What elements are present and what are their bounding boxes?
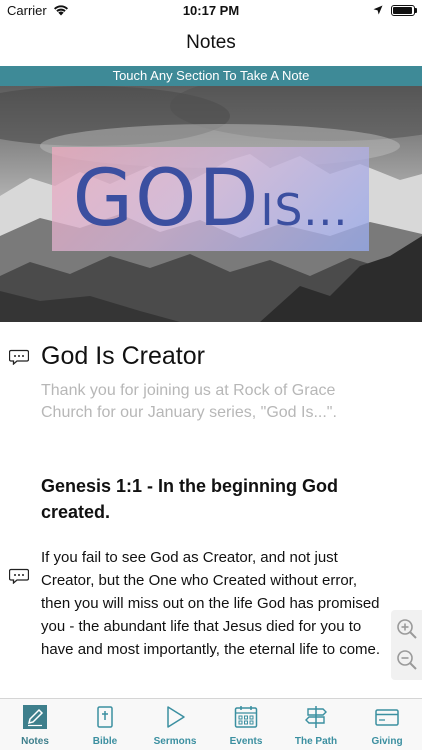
series-intro[interactable]: Thank you for joining us at Rock of Grac… <box>41 380 386 424</box>
status-time: 10:17 PM <box>182 3 240 18</box>
add-note-icon[interactable] <box>9 349 29 365</box>
battery-icon <box>391 5 415 16</box>
tab-giving[interactable]: Giving <box>352 699 422 750</box>
tab-label: Sermons <box>153 736 197 747</box>
section-title[interactable]: God Is Creator <box>41 342 205 371</box>
notes-icon <box>23 705 47 729</box>
bible-icon <box>97 706 113 728</box>
battery-cap <box>415 8 417 13</box>
calendar-icon <box>234 706 258 728</box>
page-title: Notes <box>186 32 236 53</box>
series-title-secondary: IS... <box>260 185 349 236</box>
sermon-series-image[interactable]: GODIS... <box>0 86 422 322</box>
tab-label: Events <box>229 736 263 747</box>
tab-bible[interactable]: Bible <box>70 699 140 750</box>
play-icon <box>167 706 185 728</box>
tab-sermons[interactable]: Sermons <box>140 699 210 750</box>
take-note-banner[interactable]: Touch Any Section To Take A Note <box>0 66 422 86</box>
add-note-icon[interactable] <box>9 568 29 584</box>
tab-label: Giving <box>371 736 403 747</box>
series-title-main: GOD <box>72 154 261 244</box>
card-icon <box>375 709 399 726</box>
tab-bar: Notes Bible Sermons Events The Path Givi… <box>0 698 422 750</box>
battery-level <box>393 7 412 14</box>
tab-label: Bible <box>92 736 118 747</box>
tab-label: Notes <box>21 736 49 747</box>
notes-content[interactable]: God Is Creator Thank you for joining us … <box>0 322 422 698</box>
signpost-icon <box>305 706 327 728</box>
tab-the-path[interactable]: The Path <box>281 699 351 750</box>
tab-notes[interactable]: Notes <box>0 699 70 750</box>
zoom-in-icon[interactable] <box>396 618 418 640</box>
scripture-reference[interactable]: Genesis 1:1 - In the beginning God creat… <box>41 473 361 525</box>
tab-label: The Path <box>294 736 338 747</box>
status-bar: Carrier 10:17 PM <box>0 0 422 22</box>
zoom-out-icon[interactable] <box>396 649 418 671</box>
location-arrow-icon <box>373 5 383 15</box>
sermon-paragraph[interactable]: If you fail to see God as Creator, and n… <box>41 546 386 661</box>
tab-events[interactable]: Events <box>211 699 281 750</box>
zoom-controls <box>391 610 422 680</box>
series-title: GODIS... <box>52 148 369 250</box>
